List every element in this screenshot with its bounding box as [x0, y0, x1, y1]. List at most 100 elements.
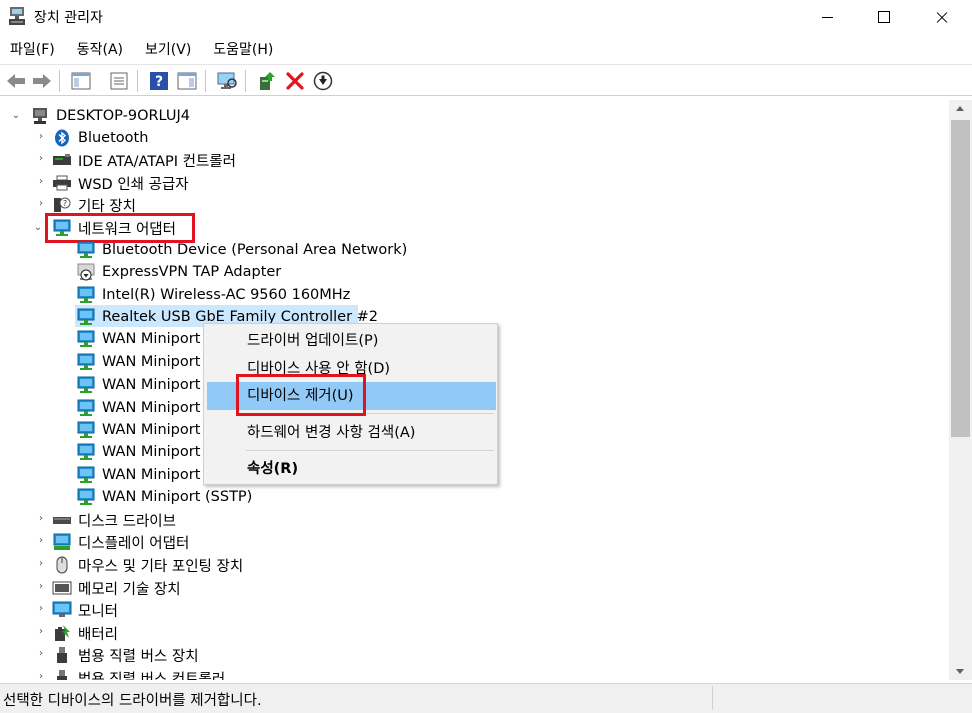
computer-icon — [30, 107, 50, 125]
tree-category-label: Bluetooth — [78, 130, 149, 146]
menu-file[interactable]: 파일(F) — [0, 38, 66, 62]
tree-root[interactable]: DESKTOP-9ORLUJ4 — [30, 105, 190, 127]
network-adapter-icon — [76, 308, 96, 326]
printer-icon — [52, 174, 72, 192]
svg-text:?: ? — [63, 199, 67, 208]
scrollbar-thumb[interactable] — [951, 120, 970, 437]
tree-category-label: 범용 직렬 버스 컨트롤러 — [78, 671, 226, 681]
device-item[interactable]: Intel(R) Wireless-AC 9560 160MHz — [76, 284, 350, 306]
device-item[interactable]: Bluetooth Device (Personal Area Network) — [76, 239, 407, 261]
uninstall-red-x-icon[interactable] — [284, 70, 306, 92]
tree-category-batteries[interactable]: 배터리 — [52, 622, 118, 644]
expand-chevron-icon[interactable]: › — [36, 177, 46, 187]
tree-category-label: 배터리 — [78, 626, 119, 643]
display-adapter-icon — [52, 533, 72, 551]
close-button[interactable] — [919, 0, 965, 34]
tree-category-label: 디스플레이 어댑터 — [78, 535, 190, 552]
network-adapter-icon — [76, 488, 96, 506]
ctx-update-driver[interactable]: 드라이버 업데이트(P) — [204, 327, 497, 355]
properties-sheet-icon[interactable] — [108, 70, 130, 92]
menu-help[interactable]: 도움말(H) — [202, 38, 284, 62]
tree-category-monitors[interactable]: 모니터 — [52, 599, 118, 621]
ctx-scan-hardware[interactable]: 하드웨어 변경 사항 검색(A) — [204, 419, 497, 447]
ctx-properties[interactable]: 속성(R) — [204, 455, 497, 483]
device-item[interactable]: WAN Miniport — [76, 351, 200, 373]
tree-category-disk-drives[interactable]: 디스크 드라이브 — [52, 509, 176, 531]
tree-category-label: 디스크 드라이브 — [78, 513, 176, 530]
network-adapter-icon — [76, 286, 96, 304]
update-driver-icon[interactable] — [255, 70, 277, 92]
collapse-chevron-icon[interactable]: ⌄ — [11, 111, 21, 121]
tree-category-display-adapters[interactable]: 디스플레이 어댑터 — [52, 531, 189, 553]
device-manager-icon — [8, 6, 26, 26]
tree-category-label: IDE ATA/ATAPI 컨트롤러 — [78, 153, 236, 170]
tree-category-usb-controllers[interactable]: 범용 직렬 버스 컨트롤러 — [52, 667, 225, 680]
network-adapter-icon — [76, 399, 96, 417]
menu-action[interactable]: 동작(A) — [66, 38, 134, 62]
device-label: WAN Miniport — [102, 354, 201, 370]
expand-chevron-icon[interactable]: › — [36, 132, 46, 142]
toolbar-separator — [245, 70, 246, 92]
network-adapter-icon — [76, 443, 96, 461]
minimize-button[interactable] — [804, 0, 850, 34]
usb-plug-icon — [52, 646, 72, 664]
device-item[interactable]: WAN Miniport — [76, 419, 200, 441]
title-bar: 장치 관리자 — [0, 0, 972, 36]
forward-arrow-icon[interactable] — [31, 70, 53, 92]
mouse-icon — [52, 556, 72, 574]
menu-separator — [246, 450, 494, 451]
device-item[interactable]: WAN Miniport — [76, 441, 200, 463]
toolbar-separator — [137, 70, 138, 92]
maximize-button[interactable] — [861, 0, 907, 34]
device-label: WAN Miniport (SSTP) — [102, 489, 253, 505]
tree-category-wsd[interactable]: WSD 인쇄 공급자 — [52, 172, 189, 194]
device-item[interactable]: ExpressVPN TAP Adapter — [76, 261, 281, 283]
show-hide-console-tree-icon[interactable] — [70, 70, 92, 92]
device-item[interactable]: WAN Miniport — [76, 374, 200, 396]
device-label: ExpressVPN TAP Adapter — [102, 264, 282, 280]
monitor-scan-icon[interactable] — [216, 70, 238, 92]
help-icon[interactable]: ? — [148, 70, 170, 92]
device-label: WAN Miniport — [102, 467, 201, 483]
expand-chevron-icon[interactable]: › — [36, 582, 46, 592]
device-item[interactable]: WAN Miniport — [76, 328, 200, 350]
scroll-up-arrow-icon[interactable] — [949, 100, 972, 117]
status-divider — [712, 686, 713, 710]
annotation-highlight-box — [236, 374, 366, 416]
unknown-device-icon: ? — [52, 196, 72, 214]
expand-chevron-icon[interactable]: › — [36, 536, 46, 546]
tree-category-mice[interactable]: 마우스 및 기타 포인팅 장치 — [52, 554, 243, 576]
device-item[interactable]: WAN Miniport (SSTP) — [76, 486, 252, 508]
device-label: WAN Miniport — [102, 331, 201, 347]
scroll-down-arrow-icon[interactable] — [949, 663, 972, 680]
status-bar: 선택한 디바이스의 드라이버를 제거합니다. — [0, 683, 972, 713]
tree-category-usb-devices[interactable]: 범용 직렬 버스 장치 — [52, 644, 199, 666]
device-label: Intel(R) Wireless-AC 9560 160MHz — [102, 287, 351, 303]
vertical-scrollbar[interactable] — [949, 100, 972, 680]
network-adapter-icon — [76, 330, 96, 348]
expand-chevron-icon[interactable]: › — [36, 672, 46, 681]
disable-device-down-arrow-icon[interactable] — [312, 70, 334, 92]
battery-icon — [52, 624, 72, 642]
expand-chevron-icon[interactable]: › — [36, 649, 46, 659]
expand-chevron-icon[interactable]: › — [36, 627, 46, 637]
tree-category-memory-tech[interactable]: 메모리 기술 장치 — [52, 577, 181, 599]
toolbar-separator — [205, 70, 206, 92]
device-item[interactable]: WAN Miniport — [76, 464, 200, 486]
tree-category-label: 모니터 — [78, 603, 119, 620]
expand-chevron-icon[interactable]: › — [36, 604, 46, 614]
expand-chevron-icon[interactable]: › — [36, 199, 46, 209]
tree-category-bluetooth[interactable]: Bluetooth — [52, 127, 148, 149]
expand-chevron-icon[interactable]: › — [36, 559, 46, 569]
action-pane-icon[interactable] — [176, 70, 198, 92]
tree-category-ide[interactable]: IDE ATA/ATAPI 컨트롤러 — [52, 149, 236, 171]
network-adapter-icon — [76, 376, 96, 394]
expand-chevron-icon[interactable]: › — [36, 514, 46, 524]
device-item[interactable]: WAN Miniport — [76, 397, 200, 419]
bluetooth-icon — [52, 129, 72, 147]
back-arrow-icon[interactable] — [5, 70, 27, 92]
expand-chevron-icon[interactable]: › — [36, 154, 46, 164]
collapse-chevron-icon[interactable]: ⌄ — [33, 223, 43, 233]
usb-plug-icon — [52, 669, 72, 680]
menu-view[interactable]: 보기(V) — [134, 38, 202, 62]
